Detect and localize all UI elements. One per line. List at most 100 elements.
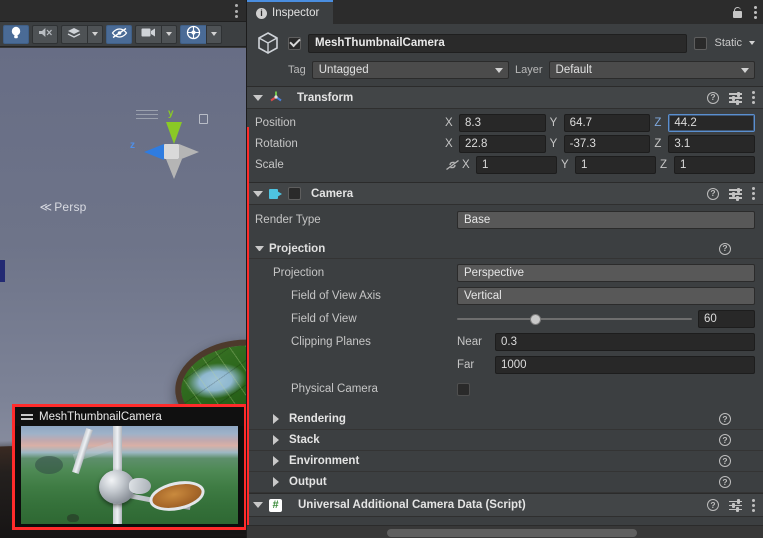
preset-sliders-icon[interactable]: [729, 91, 742, 105]
help-icon[interactable]: ?: [719, 413, 731, 425]
game-object-name-value: MeshThumbnailCamera: [315, 37, 445, 49]
scene-orientation-gizmo[interactable]: y z: [128, 106, 214, 196]
position-vector: X 8.3 Y 64.7 Z 44.2: [445, 113, 756, 132]
gizmo-center-cube[interactable]: [164, 144, 179, 159]
rotation-y-field[interactable]: -37.3: [563, 134, 651, 153]
near-field[interactable]: 0.3: [495, 333, 755, 351]
camera-enabled-checkbox[interactable]: [288, 187, 301, 200]
lock-open-icon[interactable]: [733, 6, 742, 18]
camera-settings[interactable]: [135, 24, 161, 44]
tag-dropdown[interactable]: Untagged: [311, 61, 509, 79]
script-component-header[interactable]: # Universal Additional Camera Data (Scri…: [247, 494, 763, 517]
foldout-icon[interactable]: [253, 190, 263, 197]
physical-camera-checkbox[interactable]: [457, 382, 470, 396]
fov-slider[interactable]: [457, 312, 692, 326]
preset-sliders-icon[interactable]: [729, 187, 742, 201]
far-value: 1000: [501, 359, 527, 371]
gizmo-negative-y-axis[interactable]: [166, 159, 182, 179]
lightbulb-icon: [10, 26, 22, 43]
kebab-menu-icon[interactable]: [754, 5, 757, 19]
camera-header[interactable]: Camera ?: [247, 183, 763, 205]
drag-grip-icon[interactable]: [21, 413, 33, 420]
help-icon[interactable]: ?: [719, 242, 731, 255]
foldout-icon[interactable]: [253, 94, 263, 101]
lighting-toggle[interactable]: [3, 24, 29, 44]
rotation-x-field[interactable]: 22.8: [459, 134, 546, 153]
position-y-field[interactable]: 64.7: [563, 113, 651, 132]
chevron-down-icon[interactable]: [749, 41, 755, 45]
kebab-menu-icon[interactable]: [752, 187, 755, 200]
foldout-icon[interactable]: [273, 435, 282, 445]
game-object-enabled-checkbox[interactable]: [288, 36, 301, 50]
gizmo-x-axis[interactable]: [179, 144, 199, 160]
help-icon[interactable]: ?: [707, 91, 719, 104]
effects-toggle-group: [61, 24, 103, 44]
gizmo-lock-icon[interactable]: [199, 114, 208, 124]
fov-row: Field of View 60: [255, 309, 755, 329]
h-scrollbar[interactable]: [247, 525, 763, 538]
kebab-menu-icon[interactable]: [234, 4, 238, 18]
rotation-z-field[interactable]: 3.1: [668, 134, 756, 153]
gizmo-z-axis[interactable]: [144, 144, 164, 160]
foldout-icon[interactable]: [253, 502, 263, 508]
rotation-label: Rotation: [255, 137, 298, 150]
foldout-icon[interactable]: [273, 456, 282, 466]
scene-visibility-toggle[interactable]: [106, 24, 132, 44]
foldout-environment[interactable]: Environment ?: [247, 451, 763, 472]
kebab-menu-icon[interactable]: [752, 91, 755, 104]
gizmos-dropdown[interactable]: [206, 24, 222, 44]
scene-viewport[interactable]: y z ≪ Persp MeshThumbnailCamera: [0, 48, 246, 538]
foldout-icon[interactable]: [273, 414, 282, 424]
position-x-field[interactable]: 8.3: [459, 113, 546, 132]
fov-axis-dropdown[interactable]: Vertical: [457, 287, 755, 305]
gizmo-y-axis[interactable]: [166, 122, 182, 144]
h-scrollbar-thumb[interactable]: [387, 529, 637, 537]
scale-x-field[interactable]: 1: [476, 155, 557, 174]
near-label: Near: [457, 336, 482, 348]
effects-toggle[interactable]: [61, 24, 87, 44]
preset-sliders-icon[interactable]: [729, 499, 742, 512]
perspective-mode-label[interactable]: ≪ Persp: [20, 200, 106, 214]
scale-label: Scale: [255, 158, 284, 171]
audio-toggle[interactable]: [32, 24, 58, 44]
transform-position-row: Position X 8.3 Y 64.7 Z 44.2: [255, 113, 756, 132]
position-z-field[interactable]: 44.2: [668, 113, 756, 132]
transform-header[interactable]: Transform ?: [247, 87, 763, 109]
fov-slider-knob[interactable]: [529, 313, 541, 325]
help-icon[interactable]: ?: [719, 476, 731, 488]
cube-icon[interactable]: [255, 30, 281, 56]
game-object-name-field[interactable]: MeshThumbnailCamera: [308, 33, 688, 53]
help-icon[interactable]: ?: [719, 434, 731, 446]
foldout-icon[interactable]: [255, 246, 264, 251]
scene-object-marker: [0, 260, 5, 282]
scale-z-field[interactable]: 1: [674, 155, 755, 174]
static-checkbox[interactable]: [694, 36, 708, 50]
fov-axis-row: Field of View Axis Vertical: [255, 286, 755, 306]
projection-dropdown[interactable]: Perspective: [457, 264, 755, 282]
projection-value: Perspective: [464, 267, 525, 279]
far-field[interactable]: 1000: [495, 356, 755, 374]
foldout-output[interactable]: Output ?: [247, 472, 763, 493]
camera-preview-titlebar[interactable]: MeshThumbnailCamera: [15, 407, 244, 426]
foldout-rendering[interactable]: Rendering ?: [247, 409, 763, 430]
help-icon[interactable]: ?: [707, 187, 719, 200]
kebab-menu-icon[interactable]: [752, 498, 755, 512]
fov-field[interactable]: 60: [698, 310, 755, 328]
scene-view-panel: y z ≪ Persp MeshThumbnailCamera: [0, 0, 246, 538]
scale-y-field[interactable]: 1: [575, 155, 656, 174]
effects-dropdown[interactable]: [87, 24, 103, 44]
foldout-icon[interactable]: [273, 477, 282, 487]
foldout-stack[interactable]: Stack ?: [247, 430, 763, 451]
camera-dropdown[interactable]: [161, 24, 177, 44]
render-type-dropdown[interactable]: Base: [457, 211, 755, 229]
help-icon[interactable]: ?: [707, 499, 719, 511]
perspective-text: Persp: [54, 200, 87, 214]
projection-section-header[interactable]: Projection ?: [247, 239, 763, 259]
gizmos-toggle[interactable]: [180, 24, 206, 44]
help-icon[interactable]: ?: [719, 455, 731, 467]
scale-link-off-icon[interactable]: [445, 159, 460, 171]
layer-dropdown[interactable]: Default: [548, 61, 755, 79]
position-z-axis-label: Z: [654, 116, 662, 129]
camera-preview-panel[interactable]: MeshThumbnailCamera: [12, 404, 246, 530]
tab-inspector[interactable]: i Inspector: [247, 0, 334, 24]
